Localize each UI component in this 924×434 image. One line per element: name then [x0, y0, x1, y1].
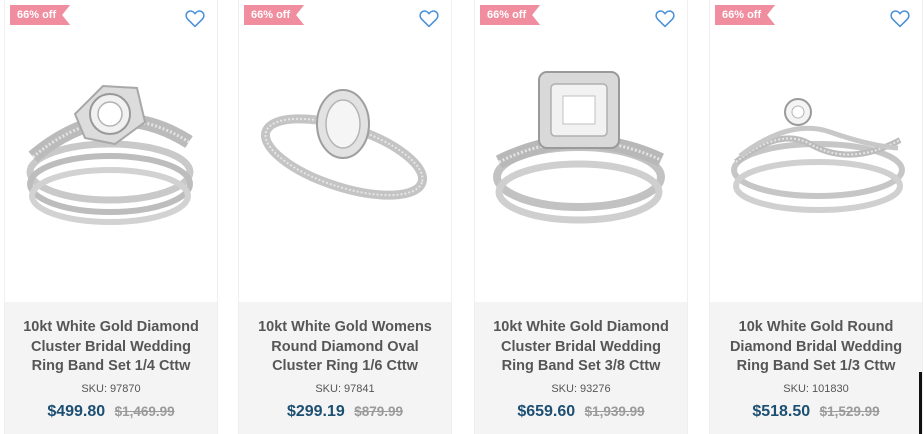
discount-badge: 66% off [715, 5, 775, 25]
product-card[interactable]: 66% off 10kt White Gold Diamond Cluster … [4, 0, 218, 434]
discount-badge: 66% off [480, 5, 540, 25]
price-row: $499.80 $1,469.99 [5, 403, 217, 421]
original-price: $1,529.99 [819, 404, 880, 419]
product-title[interactable]: 10kt White Gold Womens Round Diamond Ova… [247, 318, 443, 377]
discount-badge: 66% off [10, 5, 70, 25]
ring-image[interactable] [239, 52, 453, 252]
original-price: $879.99 [354, 404, 404, 419]
product-card[interactable]: 66% off 10kt White Gold Womens Round Dia… [238, 0, 452, 434]
product-title[interactable]: 10kt White Gold Diamond Cluster Bridal W… [483, 318, 679, 377]
product-title[interactable]: 10kt White Gold Diamond Cluster Bridal W… [13, 318, 209, 377]
product-sku: SKU: 97841 [315, 383, 375, 395]
product-image-area[interactable]: 66% off [239, 0, 451, 302]
product-sku: SKU: 93276 [551, 383, 611, 395]
product-image-area[interactable]: 66% off [710, 0, 922, 302]
sale-price: $518.50 [752, 403, 811, 420]
scrollbar-edge[interactable] [919, 372, 922, 434]
original-price: $1,469.99 [114, 404, 175, 419]
heart-outline-icon[interactable] [890, 9, 910, 28]
product-info: 10k White Gold Round Diamond Bridal Wedd… [710, 302, 922, 434]
product-info: 10kt White Gold Diamond Cluster Bridal W… [475, 302, 687, 434]
product-image-area[interactable]: 66% off [475, 0, 687, 302]
sale-price: $659.60 [517, 403, 576, 420]
original-price: $1,939.99 [584, 404, 645, 419]
product-card[interactable]: 66% off 10kt White Gold Diamond Cluster … [474, 0, 688, 434]
heart-outline-icon[interactable] [419, 9, 439, 28]
product-sku: SKU: 101830 [783, 383, 849, 395]
ring-set-image[interactable] [5, 52, 219, 252]
product-image-area[interactable]: 66% off [5, 0, 217, 302]
heart-outline-icon[interactable] [655, 9, 675, 28]
price-row: $299.19 $879.99 [239, 403, 451, 421]
price-row: $518.50 $1,529.99 [710, 403, 922, 421]
product-sku: SKU: 97870 [81, 383, 141, 395]
product-grid: 66% off 10kt White Gold Diamond Cluster … [0, 0, 924, 434]
ring-set-image[interactable] [475, 52, 689, 252]
product-info: 10kt White Gold Diamond Cluster Bridal W… [5, 302, 217, 434]
heart-outline-icon[interactable] [185, 9, 205, 28]
product-card[interactable]: 66% off 10k White Gold Round Diamond Bri… [709, 0, 923, 434]
sale-price: $299.19 [286, 403, 345, 420]
ring-set-image[interactable] [710, 52, 924, 252]
discount-badge: 66% off [244, 5, 304, 25]
sale-price: $499.80 [47, 403, 106, 420]
product-title[interactable]: 10k White Gold Round Diamond Bridal Wedd… [718, 318, 914, 377]
product-info: 10kt White Gold Womens Round Diamond Ova… [239, 302, 451, 434]
price-row: $659.60 $1,939.99 [475, 403, 687, 421]
